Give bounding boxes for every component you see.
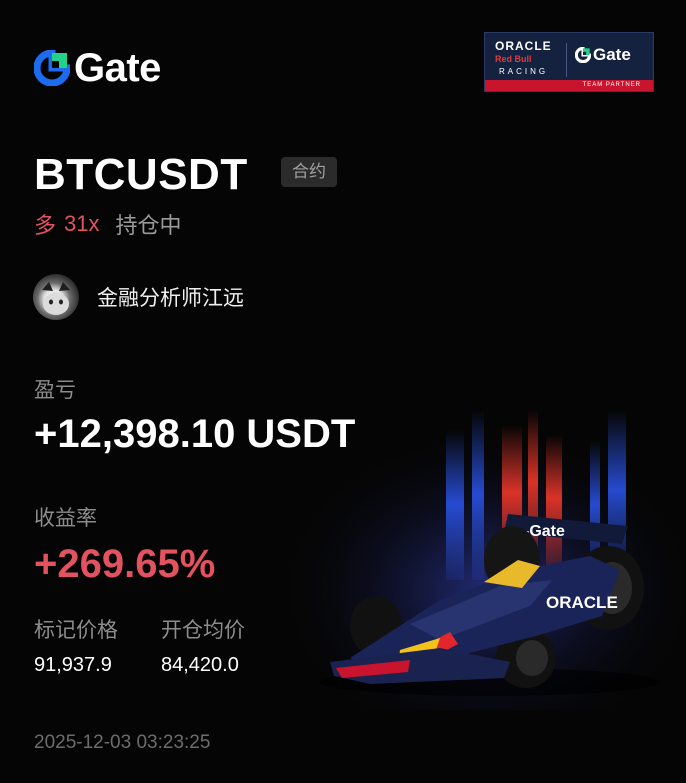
partner-gate-text: Gate bbox=[593, 45, 631, 64]
position-side: 多 bbox=[34, 213, 57, 238]
mark-price-value: 91,937.9 bbox=[34, 654, 112, 676]
avatar-image bbox=[42, 282, 70, 315]
entry-price-value: 84,420.0 bbox=[161, 654, 239, 676]
mark-price-label: 标记价格 bbox=[34, 619, 118, 642]
gate-logo-icon bbox=[34, 50, 70, 86]
logo-text: Gate bbox=[74, 46, 161, 90]
entry-price-label: 开仓均价 bbox=[161, 619, 245, 642]
roi-label: 收益率 bbox=[34, 507, 97, 530]
position-status: 持仓中 bbox=[115, 213, 182, 238]
username[interactable]: 金融分析师江远 bbox=[97, 282, 244, 312]
user-profile[interactable]: 金融分析师江远 bbox=[33, 274, 244, 320]
f1-car-illustration: -Gate ORACLE bbox=[290, 410, 686, 710]
gate-logo-icon bbox=[575, 47, 591, 63]
red-bull-wordmark: Red Bull bbox=[495, 54, 532, 64]
racing-wordmark: RACING bbox=[499, 67, 549, 76]
position-info: 多 31x 持仓中 bbox=[34, 208, 182, 240]
svg-text:ORACLE: ORACLE bbox=[546, 593, 618, 612]
contract-type-badge: 合约 bbox=[281, 157, 337, 187]
pnl-label: 盈亏 bbox=[34, 379, 76, 402]
team-partner-label: TEAM PARTNER bbox=[582, 82, 641, 88]
timestamp: 2025-12-03 03:23:25 bbox=[34, 732, 211, 753]
partner-gate-logo: Gate bbox=[575, 45, 631, 65]
avatar[interactable] bbox=[33, 274, 79, 320]
position-leverage: 31x bbox=[64, 211, 100, 236]
partner-banner: ORACLE Red Bull RACING Gate TEAM PARTNER bbox=[484, 32, 654, 92]
banner-divider bbox=[566, 43, 567, 77]
gate-logo: Gate bbox=[34, 48, 161, 88]
trading-pair-symbol: BTCUSDT bbox=[34, 150, 248, 199]
roi-value: +269.65% bbox=[34, 542, 216, 586]
oracle-wordmark: ORACLE bbox=[495, 39, 552, 53]
